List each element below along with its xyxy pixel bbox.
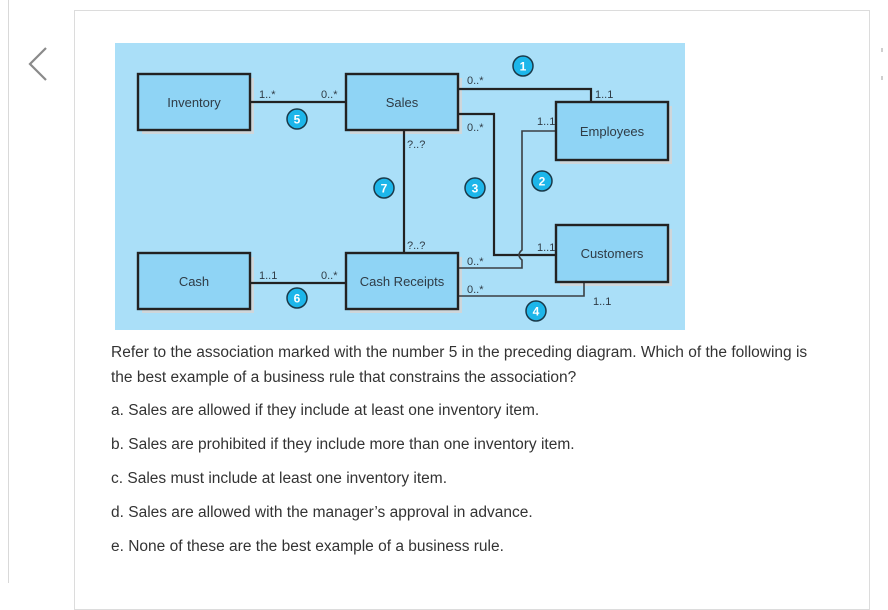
class-label-cash: Cash <box>179 274 209 289</box>
badge-1: 1 <box>512 55 534 77</box>
svg-text:3: 3 <box>472 182 479 196</box>
class-label-inventory: Inventory <box>167 95 221 110</box>
multiplicity-1-employees: 1..1 <box>595 89 613 101</box>
badge-4: 4 <box>525 300 547 322</box>
page-left-border <box>8 0 9 583</box>
option-b[interactable]: b. Sales are prohibited if they include … <box>111 434 811 468</box>
multiplicity-7-sales: ?..? <box>407 139 425 151</box>
chevron-right-icon <box>881 48 883 52</box>
multiplicity-6-cash: 1..1 <box>259 270 277 282</box>
badge-7: 7 <box>373 177 395 199</box>
svg-text:4: 4 <box>533 305 540 319</box>
multiplicity-2-employees: 1..1 <box>537 116 555 128</box>
previous-button[interactable] <box>24 44 54 84</box>
class-label-employees: Employees <box>580 124 645 139</box>
answer-options: a. Sales are allowed if they include at … <box>111 400 811 570</box>
uml-class-diagram: Inventory Sales Employees Cash Cash Rece… <box>115 43 685 330</box>
class-label-customers: Customers <box>581 246 644 261</box>
svg-text:5: 5 <box>294 113 301 127</box>
multiplicity-2-cash-receipts: 0..* <box>467 256 484 268</box>
badge-3: 3 <box>464 177 486 199</box>
multiplicity-3-customers: 1..1 <box>537 242 555 254</box>
multiplicity-1-sales: 0..* <box>467 75 484 87</box>
svg-text:2: 2 <box>539 175 546 189</box>
multiplicity-7-cash-receipts: ?..? <box>407 240 425 252</box>
svg-text:6: 6 <box>294 292 301 306</box>
class-label-cash-receipts: Cash Receipts <box>360 274 445 289</box>
multiplicity-5-sales: 0..* <box>321 89 338 101</box>
badge-5: 5 <box>286 108 308 130</box>
multiplicity-6-cash-receipts: 0..* <box>321 270 338 282</box>
svg-text:1: 1 <box>520 60 527 74</box>
option-a[interactable]: a. Sales are allowed if they include at … <box>111 400 811 434</box>
multiplicity-5-inventory: 1..* <box>259 89 276 101</box>
badge-6: 6 <box>286 287 308 309</box>
question-text: Refer to the association marked with the… <box>111 344 808 386</box>
option-d[interactable]: d. Sales are allowed with the manager’s … <box>111 502 811 536</box>
class-label-sales: Sales <box>386 95 419 110</box>
multiplicity-4-cash-receipts: 0..* <box>467 284 484 296</box>
badge-2: 2 <box>531 170 553 192</box>
chevron-right-icon-tail <box>881 76 883 80</box>
chevron-left-icon <box>28 47 47 81</box>
option-c[interactable]: c. Sales must include at least one inven… <box>111 468 811 502</box>
next-button[interactable] <box>881 48 884 80</box>
multiplicity-3-sales: 0..* <box>467 122 484 134</box>
svg-text:7: 7 <box>381 182 388 196</box>
option-e[interactable]: e. None of these are the best example of… <box>111 536 811 570</box>
multiplicity-4-customers: 1..1 <box>593 296 611 308</box>
